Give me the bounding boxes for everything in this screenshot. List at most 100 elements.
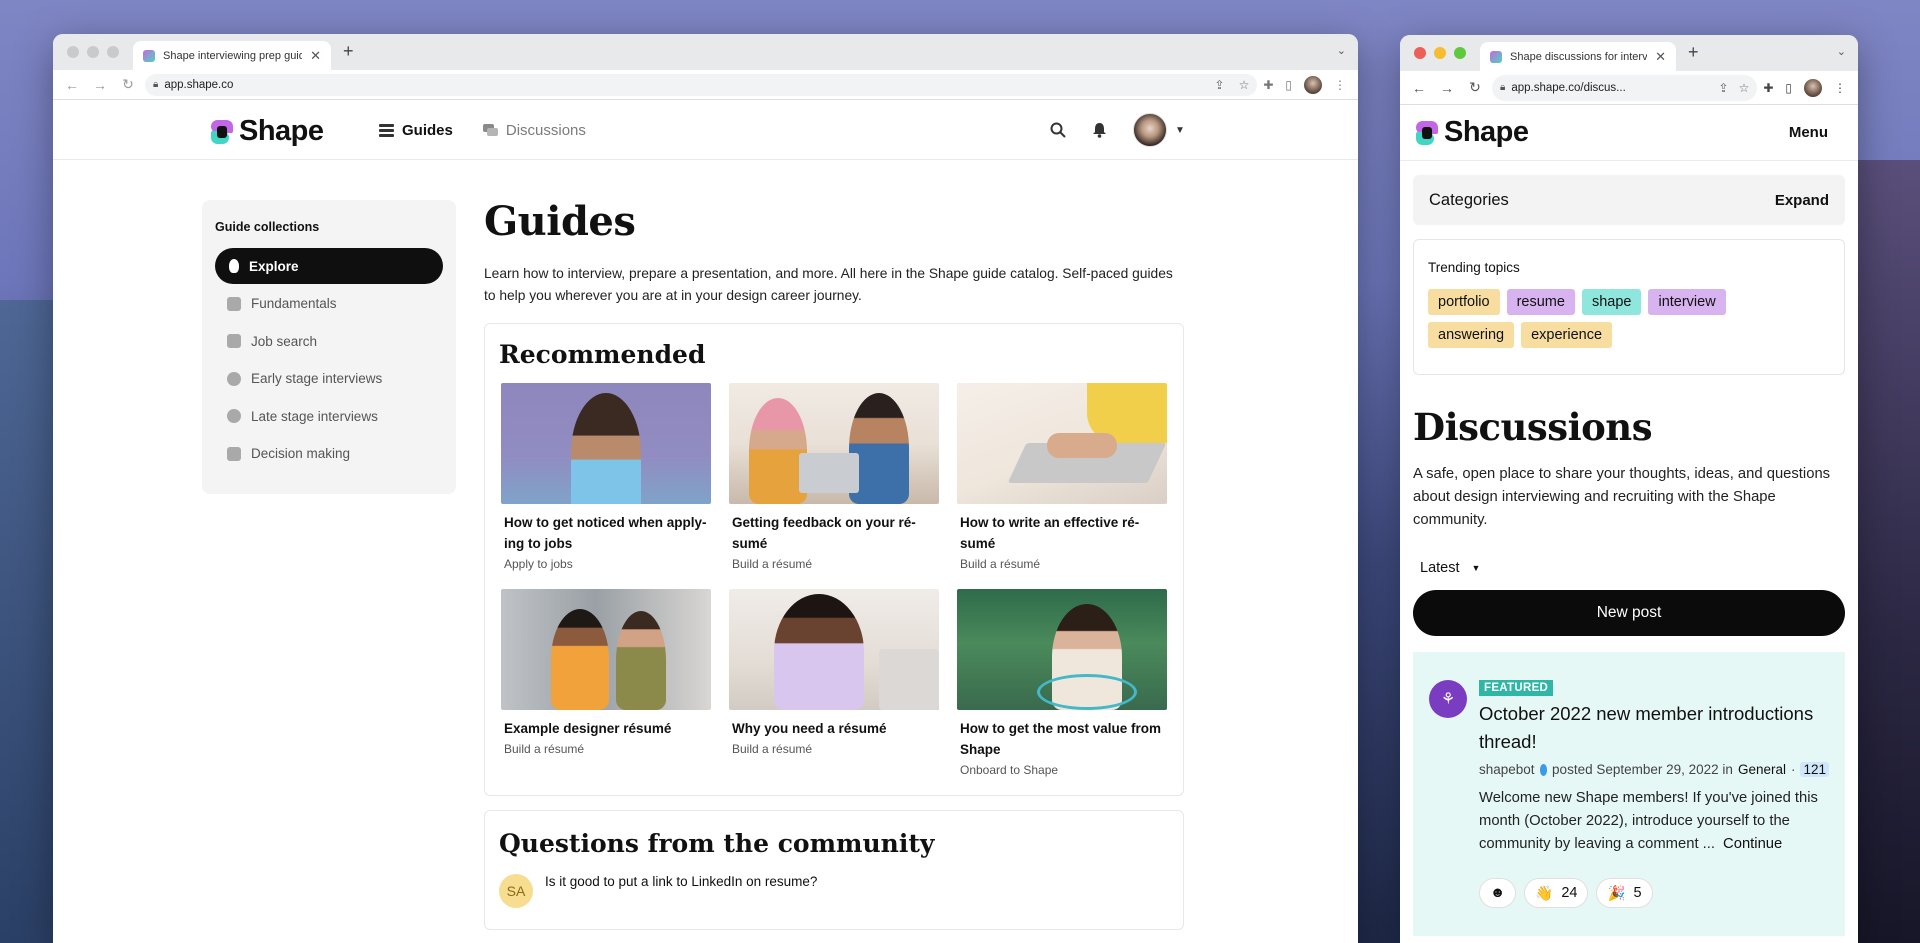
back-arrow-icon[interactable]: ←	[1408, 80, 1430, 96]
browser-profile-avatar[interactable]	[1304, 75, 1322, 94]
tag-shape[interactable]: shape	[1581, 289, 1642, 315]
meta-separator: ·	[1790, 762, 1796, 777]
sort-value: Latest	[1420, 560, 1460, 576]
minimize-window-button[interactable]	[1434, 47, 1446, 59]
browser-window-guides: Shape interviewing prep guide ✕ + ⌄ ← → …	[53, 34, 1358, 943]
section-heading: Recommended	[499, 340, 706, 369]
nav-discussions[interactable]: Discussions	[482, 122, 586, 139]
section-heading: Questions from the community	[499, 829, 935, 858]
sidebar-item-job-search[interactable]: Job search	[215, 323, 443, 359]
extensions-puzzle-icon[interactable]: ✚	[1763, 81, 1773, 95]
reaction-party[interactable]: 🎉 5	[1596, 878, 1653, 908]
bookmark-star-icon[interactable]: ☆	[1239, 78, 1250, 92]
continue-link[interactable]: Continue	[1723, 836, 1782, 852]
url-field[interactable]: 🔒︎ app.shape.co/discus... ⇪ ☆	[1492, 74, 1758, 101]
featured-post-card[interactable]: ⚘ FEATURED October 2022 new member intro…	[1413, 652, 1845, 936]
forward-arrow-icon[interactable]: →	[1436, 80, 1458, 96]
close-window-button[interactable]	[1414, 47, 1426, 59]
post-category[interactable]: General	[1738, 762, 1786, 777]
guide-category: Build a résumé	[960, 557, 1041, 571]
chat-bubbles-icon	[227, 371, 241, 386]
question-avatar: SA	[499, 874, 533, 908]
guide-card[interactable]: Why you need a résumé Build a résumé	[729, 589, 939, 777]
browser-tab-guides[interactable]: Shape interviewing prep guide ✕	[133, 41, 331, 70]
new-post-button[interactable]: New post	[1413, 590, 1845, 636]
tab-title: Shape interviewing prep guide	[163, 49, 303, 62]
smiley-icon: ☻	[1490, 885, 1506, 901]
close-tab-icon[interactable]: ✕	[310, 48, 321, 64]
tag-answering[interactable]: answering	[1428, 322, 1515, 348]
bookmark-star-icon[interactable]: ☆	[1739, 81, 1750, 95]
categories-bar[interactable]: Categories Expand	[1413, 175, 1845, 225]
add-reaction-button[interactable]: ☻	[1479, 878, 1517, 908]
guide-thumbnail	[957, 383, 1167, 504]
guide-card[interactable]: Example designer résumé Build a résumé	[501, 589, 711, 777]
guide-card[interactable]: Getting feedback on your ré-sumé Build a…	[729, 383, 939, 571]
sort-dropdown[interactable]: Latest ▼	[1420, 560, 1858, 576]
guide-title: Why you need a résumé	[732, 721, 887, 736]
guide-thumbnail	[501, 383, 711, 504]
tag-portfolio[interactable]: portfolio	[1428, 289, 1500, 315]
reload-icon[interactable]: ↻	[1464, 79, 1486, 96]
user-avatar[interactable]	[1133, 113, 1167, 147]
tag-list: portfolio resume shape interview answeri…	[1428, 289, 1788, 348]
reaction-wave[interactable]: 👋 24	[1524, 878, 1589, 908]
browser-menu-kebab-icon[interactable]: ⋮	[1334, 78, 1346, 92]
categories-label: Categories	[1429, 190, 1509, 209]
app-header: Shape Guides Discussions ▼	[53, 100, 1358, 160]
browser-profile-avatar[interactable]	[1804, 78, 1822, 97]
new-tab-button[interactable]: +	[1676, 38, 1711, 71]
tag-experience[interactable]: experience	[1521, 322, 1613, 348]
expand-categories-button[interactable]: Expand	[1775, 192, 1829, 209]
sidebar-item-late-stage[interactable]: Late stage interviews	[215, 398, 443, 434]
caret-down-icon: ▼	[1471, 563, 1481, 573]
menu-button[interactable]: Menu	[1789, 124, 1828, 141]
sidebar-item-decision-making[interactable]: Decision making	[215, 436, 443, 472]
close-window-button[interactable]	[67, 46, 79, 58]
sidebar-item-explore[interactable]: Explore	[215, 248, 443, 284]
forward-arrow-icon[interactable]: →	[89, 77, 111, 93]
guide-category: Onboard to Shape	[960, 763, 1059, 777]
close-tab-icon[interactable]: ✕	[1655, 49, 1666, 65]
bell-icon[interactable]	[1092, 122, 1107, 138]
post-title[interactable]: October 2022 new member introductions th…	[1479, 700, 1829, 756]
url-field[interactable]: 🔒︎ app.shape.co ⇪ ☆	[145, 73, 1258, 96]
reaction-bar: ☻ 👋 24 🎉 5	[1479, 878, 1829, 908]
user-menu-caret-icon[interactable]: ▼	[1175, 125, 1185, 136]
nav-guides[interactable]: Guides	[379, 122, 453, 139]
tag-interview[interactable]: interview	[1648, 289, 1726, 315]
reaction-count: 5	[1633, 885, 1642, 901]
browser-menu-kebab-icon[interactable]: ⋮	[1834, 81, 1846, 95]
search-icon[interactable]	[1050, 122, 1066, 138]
reload-icon[interactable]: ↻	[117, 76, 139, 93]
minimize-window-button[interactable]	[87, 46, 99, 58]
guide-card[interactable]: How to write an effective ré-sumé Build …	[957, 383, 1167, 571]
mobile-app-header: Shape Menu	[1400, 105, 1858, 161]
guide-card[interactable]: How to get noticed when apply-ing to job…	[501, 383, 711, 571]
sidebar-item-early-stage[interactable]: Early stage interviews	[215, 361, 443, 397]
toolbar-extensions: ✚ ▯ ⋮	[1763, 78, 1850, 97]
shape-logo[interactable]: Shape	[1416, 116, 1529, 149]
question-title[interactable]: Is it good to put a link to LinkedIn on …	[545, 874, 817, 889]
tab-search-chevron-icon[interactable]: ⌄	[1837, 45, 1846, 58]
post-meta: shapebot posted September 29, 2022 in Ge…	[1479, 762, 1829, 777]
new-tab-button[interactable]: +	[331, 37, 366, 70]
post-author[interactable]: shapebot	[1479, 762, 1535, 777]
tab-title: Shape discussions for interviews	[1510, 50, 1648, 63]
tag-resume[interactable]: resume	[1506, 289, 1575, 315]
sidebar-item-fundamentals[interactable]: Fundamentals	[215, 286, 443, 322]
zoom-window-button[interactable]	[107, 46, 119, 58]
side-panel-icon[interactable]: ▯	[1785, 81, 1792, 95]
side-panel-icon[interactable]: ▯	[1285, 78, 1292, 92]
share-icon[interactable]: ⇪	[1215, 78, 1225, 92]
guide-card[interactable]: How to get the most value from Shape Onb…	[957, 589, 1167, 777]
browser-tab-discussions[interactable]: Shape discussions for interviews ✕	[1480, 42, 1676, 71]
question-item[interactable]: SA Is it good to put a link to LinkedIn …	[499, 874, 1169, 908]
share-icon[interactable]: ⇪	[1719, 81, 1729, 95]
shape-logo[interactable]: Shape	[211, 115, 324, 148]
zoom-window-button[interactable]	[1454, 47, 1466, 59]
back-arrow-icon[interactable]: ←	[61, 77, 83, 93]
extensions-puzzle-icon[interactable]: ✚	[1263, 78, 1273, 92]
tab-search-chevron-icon[interactable]: ⌄	[1337, 44, 1346, 57]
address-bar-row: ← → ↻ 🔒︎ app.shape.co ⇪ ☆ ✚ ▯ ⋮	[53, 70, 1358, 100]
